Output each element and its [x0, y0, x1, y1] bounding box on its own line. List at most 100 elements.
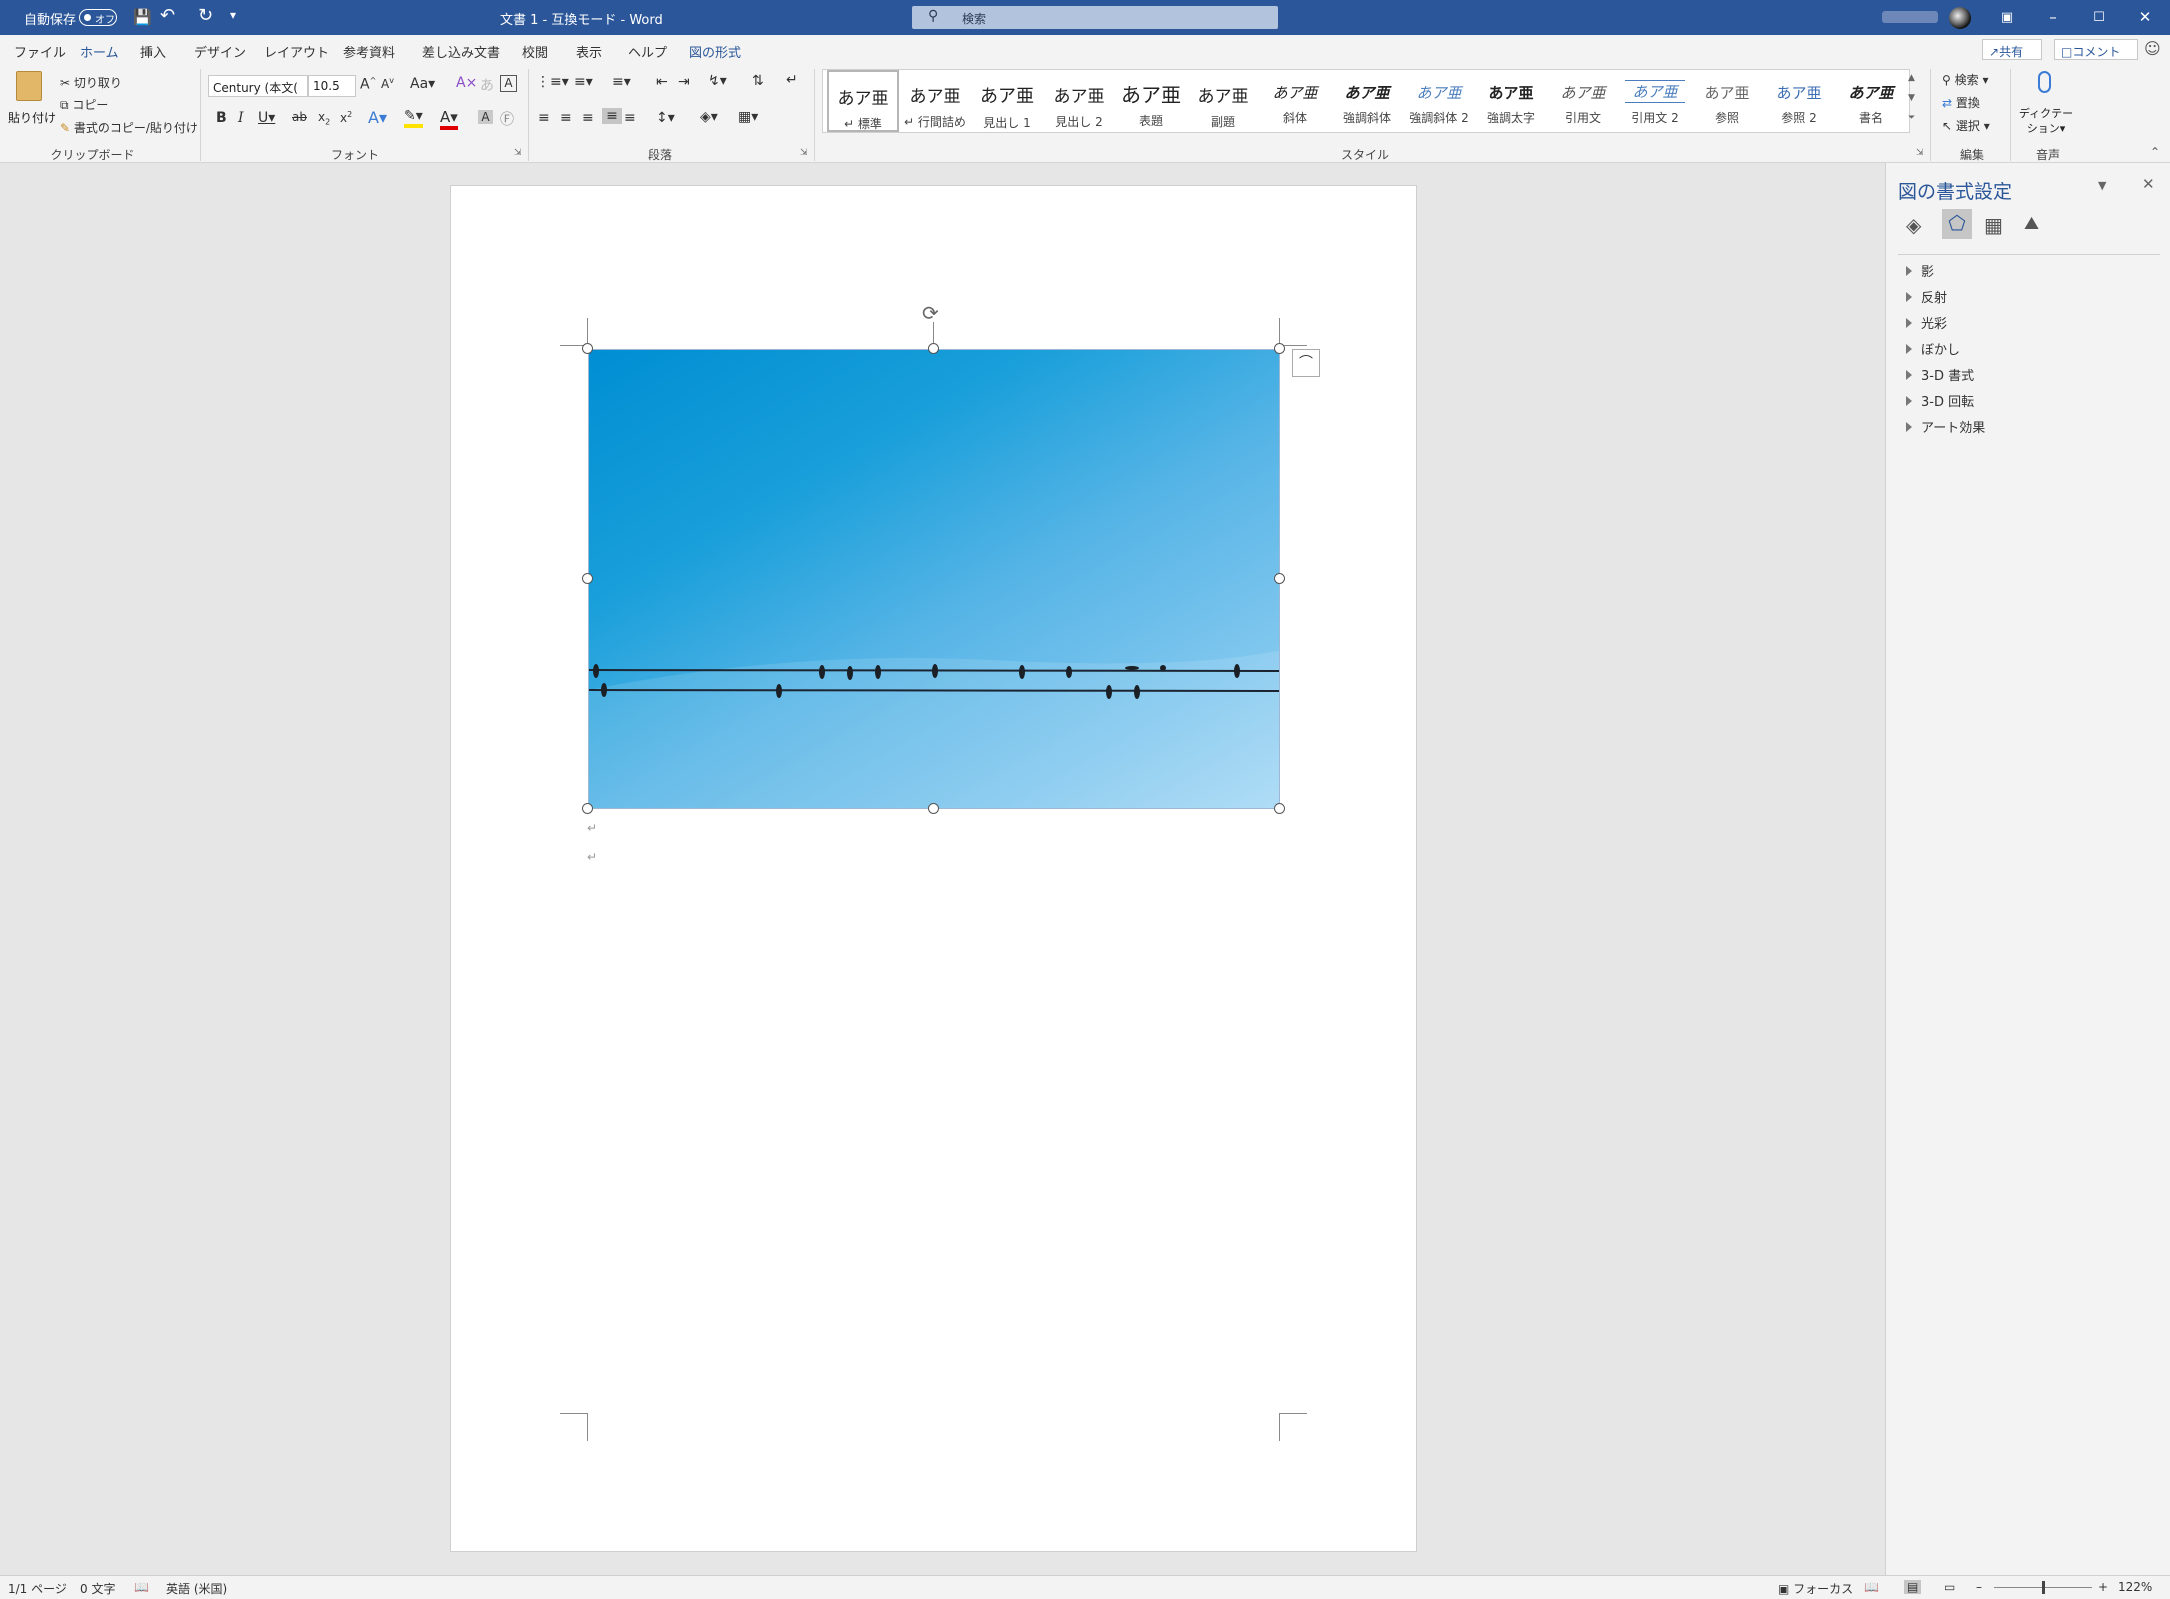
- style-heading-1[interactable]: あア亜 見出し 1: [971, 70, 1043, 132]
- align-right-icon[interactable]: ≡: [582, 110, 594, 126]
- zoom-slider-thumb[interactable]: [2042, 1581, 2045, 1594]
- style-quote[interactable]: あア亜 引用文: [1547, 70, 1619, 132]
- gallery-up-icon[interactable]: ▲: [1908, 73, 1915, 83]
- tab-picture-format[interactable]: 図の形式: [689, 42, 741, 61]
- style-normal[interactable]: あア亜 ↵ 標準: [827, 70, 899, 132]
- paste-button[interactable]: 貼り付け: [8, 69, 56, 139]
- character-border-icon[interactable]: A: [500, 75, 517, 92]
- clear-formatting-icon[interactable]: A⨯: [456, 75, 477, 91]
- tab-home[interactable]: ホーム: [80, 42, 119, 65]
- decrease-indent-icon[interactable]: ⇤: [656, 74, 668, 90]
- pane-item-3d-rotation[interactable]: 3-D 回転: [1921, 391, 1974, 410]
- print-layout-icon[interactable]: ▤: [1904, 1580, 1922, 1594]
- layout-options-icon[interactable]: ⌒: [1292, 349, 1320, 377]
- font-dialog-launcher-icon[interactable]: ⇲: [514, 148, 522, 158]
- tab-help[interactable]: ヘルプ: [628, 42, 667, 61]
- justify-icon[interactable]: ≡: [602, 108, 622, 124]
- gallery-down-icon[interactable]: ▼: [1908, 93, 1915, 103]
- superscript-icon[interactable]: x2: [340, 110, 352, 125]
- style-intense-emphasis-2[interactable]: あア亜 強調斜体 2: [1403, 70, 1475, 132]
- find-button[interactable]: ⚲ 検索 ▾: [1942, 71, 1988, 88]
- share-button[interactable]: ↗共有: [1982, 39, 2042, 60]
- layout-size-icon[interactable]: ▦: [1984, 213, 2003, 237]
- select-button[interactable]: ↖ 選択 ▾: [1942, 117, 1990, 134]
- format-painter-button[interactable]: ✎ 書式のコピー/貼り付け: [60, 119, 198, 136]
- highlight-icon[interactable]: ✎▾: [404, 108, 423, 128]
- redo-icon[interactable]: ↻: [198, 5, 213, 26]
- replace-button[interactable]: ⇄ 置換: [1942, 94, 1980, 111]
- comment-button[interactable]: □コメント: [2054, 39, 2138, 60]
- feedback-smiley-icon[interactable]: ☺: [2144, 39, 2161, 58]
- tab-references[interactable]: 参考資料: [343, 42, 395, 61]
- font-name-dropdown[interactable]: Century (本文(: [208, 75, 308, 97]
- close-button[interactable]: ✕: [2122, 0, 2168, 35]
- collapse-ribbon-icon[interactable]: ⌃: [2150, 145, 2160, 159]
- avatar[interactable]: [1949, 7, 1971, 29]
- character-shading-icon[interactable]: A: [478, 110, 493, 124]
- style-subtitle[interactable]: あア亜 副題: [1187, 70, 1259, 132]
- focus-button[interactable]: ▣ フォーカス: [1778, 1580, 1853, 1597]
- paragraph-dialog-launcher-icon[interactable]: ⇲: [800, 148, 808, 158]
- text-effects-icon[interactable]: A▾: [368, 108, 387, 127]
- tab-view[interactable]: 表示: [576, 42, 602, 61]
- customize-qat-icon[interactable]: ▾: [230, 8, 236, 22]
- borders-icon[interactable]: ▦▾: [738, 109, 758, 125]
- text-direction-icon[interactable]: ↯▾: [708, 73, 727, 89]
- resize-handle-se[interactable]: [1274, 803, 1285, 814]
- sort-icon[interactable]: ⇅: [752, 73, 764, 89]
- pane-item-3d-format[interactable]: 3-D 書式: [1921, 365, 1974, 384]
- font-color-icon[interactable]: A▾: [440, 108, 458, 130]
- increase-indent-icon[interactable]: ⇥: [678, 74, 690, 90]
- phonetic-guide-icon[interactable]: あ: [480, 75, 494, 95]
- page-count[interactable]: 1/1 ページ: [8, 1580, 67, 1597]
- zoom-out-icon[interactable]: –: [1976, 1580, 1982, 1594]
- distributed-icon[interactable]: ≡: [624, 110, 636, 126]
- tab-layout[interactable]: レイアウト: [264, 42, 329, 61]
- numbering-icon[interactable]: ≡▾: [574, 74, 593, 90]
- pane-item-shadow[interactable]: 影: [1921, 261, 1934, 280]
- copy-button[interactable]: ⧉ コピー: [60, 96, 108, 113]
- tab-review[interactable]: 校閲: [522, 42, 548, 61]
- dictate-button[interactable]: ディクテー ション▾: [2018, 69, 2074, 141]
- resize-handle-w[interactable]: [582, 573, 593, 584]
- proofing-icon[interactable]: 📖: [134, 1580, 149, 1594]
- align-center-icon[interactable]: ≡: [560, 110, 572, 126]
- pane-options-icon[interactable]: ▼: [2098, 179, 2106, 192]
- save-icon[interactable]: 💾: [133, 8, 152, 26]
- minimize-button[interactable]: –: [2030, 0, 2076, 35]
- shading-icon[interactable]: ◈▾: [700, 109, 718, 125]
- resize-handle-nw[interactable]: [582, 343, 593, 354]
- web-layout-icon[interactable]: ▭: [1944, 1580, 1955, 1594]
- language-indicator[interactable]: 英語 (米国): [166, 1580, 227, 1597]
- align-left-icon[interactable]: ≡: [538, 110, 550, 126]
- underline-icon[interactable]: U▾: [258, 110, 275, 126]
- effects-icon[interactable]: ⬠: [1942, 209, 1972, 239]
- picture-icon[interactable]: ⛰: [2024, 213, 2039, 234]
- pane-item-soft-edges[interactable]: ぼかし: [1921, 339, 1960, 358]
- subscript-icon[interactable]: x2: [318, 110, 330, 126]
- rotate-handle-icon[interactable]: ⟳: [922, 301, 939, 325]
- fill-line-icon[interactable]: ◈: [1906, 213, 1921, 237]
- account-name[interactable]: [1882, 11, 1938, 23]
- style-heading-2[interactable]: あア亜 見出し 2: [1043, 70, 1115, 132]
- line-spacing-icon[interactable]: ↕▾: [656, 110, 675, 126]
- tab-insert[interactable]: 挿入: [140, 42, 166, 61]
- style-intense-reference[interactable]: あア亜 参照 2: [1763, 70, 1835, 132]
- grow-font-icon[interactable]: A^: [360, 76, 376, 93]
- strikethrough-icon[interactable]: ab: [292, 110, 307, 124]
- zoom-in-icon[interactable]: +: [2098, 1580, 2108, 1594]
- pane-item-artistic-effects[interactable]: アート効果: [1921, 417, 1985, 436]
- selected-picture[interactable]: [588, 349, 1280, 809]
- style-emphasis[interactable]: あア亜 斜体: [1259, 70, 1331, 132]
- search-box[interactable]: ⚲ 検索: [912, 6, 1278, 29]
- resize-handle-n[interactable]: [928, 343, 939, 354]
- tab-design[interactable]: デザイン: [194, 42, 246, 61]
- pane-item-reflection[interactable]: 反射: [1921, 287, 1947, 306]
- cut-button[interactable]: ✂ 切り取り: [60, 74, 122, 91]
- style-intense-quote[interactable]: あア亜 引用文 2: [1619, 70, 1691, 132]
- multilevel-list-icon[interactable]: ≡▾: [612, 74, 631, 90]
- pane-item-glow[interactable]: 光彩: [1921, 313, 1947, 332]
- word-count[interactable]: 0 文字: [80, 1580, 115, 1597]
- bullets-icon[interactable]: ⋮≡▾: [536, 74, 569, 90]
- resize-handle-e[interactable]: [1274, 573, 1285, 584]
